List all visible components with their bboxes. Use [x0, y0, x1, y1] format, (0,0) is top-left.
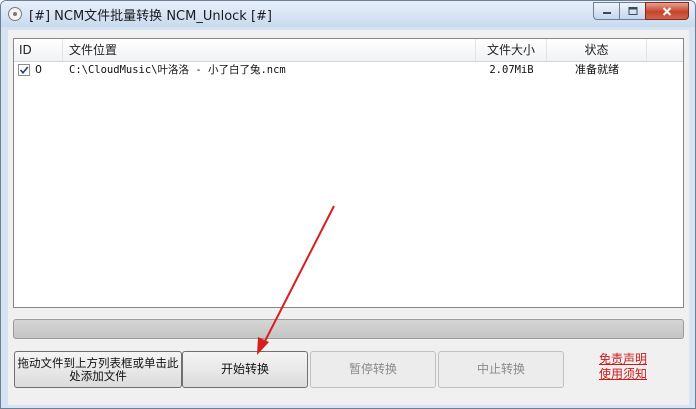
row-checkbox[interactable] — [18, 64, 30, 76]
disclaimer-line-1: 免责声明 — [598, 352, 647, 366]
disclaimer-link[interactable]: 免责声明 使用须知 — [594, 352, 652, 382]
checkmark-icon — [19, 66, 29, 75]
minimize-button[interactable] — [593, 2, 619, 20]
app-window: [#] NCM文件批量转换 NCM_Unlock [#] ID 文件位置 文件大… — [0, 0, 696, 409]
close-icon — [662, 6, 672, 16]
window-title: [#] NCM文件批量转换 NCM_Unlock [#] — [29, 9, 273, 24]
close-button[interactable] — [645, 2, 689, 20]
add-files-button[interactable]: 拖动文件到上方列表框或单击此处添加文件 — [14, 351, 182, 388]
row-size: 2.07MiB — [489, 64, 534, 76]
disclaimer-line-2: 使用须知 — [598, 367, 647, 381]
minimize-icon — [602, 12, 611, 14]
caption-buttons — [593, 2, 689, 20]
row-status: 准备就绪 — [575, 63, 619, 76]
column-header-id[interactable]: ID — [14, 39, 63, 61]
stop-convert-button[interactable]: 中止转换 — [438, 351, 564, 388]
row-id-cell: 0 — [18, 61, 62, 79]
column-header-size[interactable]: 文件大小 — [476, 39, 547, 61]
column-header-path[interactable]: 文件位置 — [63, 39, 476, 61]
maximize-icon — [628, 7, 637, 15]
row-id: 0 — [35, 63, 42, 76]
title-bar[interactable]: [#] NCM文件批量转换 NCM_Unlock [#] — [1, 1, 695, 27]
start-convert-button[interactable]: 开始转换 — [182, 351, 308, 388]
table-row[interactable]: 0 C:\CloudMusic\叶洛洛 - 小了白了兔.ncm 2.07MiB … — [14, 61, 683, 79]
column-header-status[interactable]: 状态 — [547, 39, 647, 61]
app-icon — [8, 7, 22, 21]
pause-convert-button[interactable]: 暂停转换 — [310, 351, 436, 388]
maximize-button[interactable] — [619, 2, 645, 20]
row-path: C:\CloudMusic\叶洛洛 - 小了白了兔.ncm — [69, 64, 286, 76]
conversion-progress-bar — [13, 319, 684, 339]
file-list-header: ID 文件位置 文件大小 状态 — [14, 39, 683, 62]
file-list[interactable]: ID 文件位置 文件大小 状态 0 C:\CloudMusic\叶洛洛 - 小了… — [13, 38, 684, 308]
client-area: ID 文件位置 文件大小 状态 0 C:\CloudMusic\叶洛洛 - 小了… — [8, 30, 689, 405]
